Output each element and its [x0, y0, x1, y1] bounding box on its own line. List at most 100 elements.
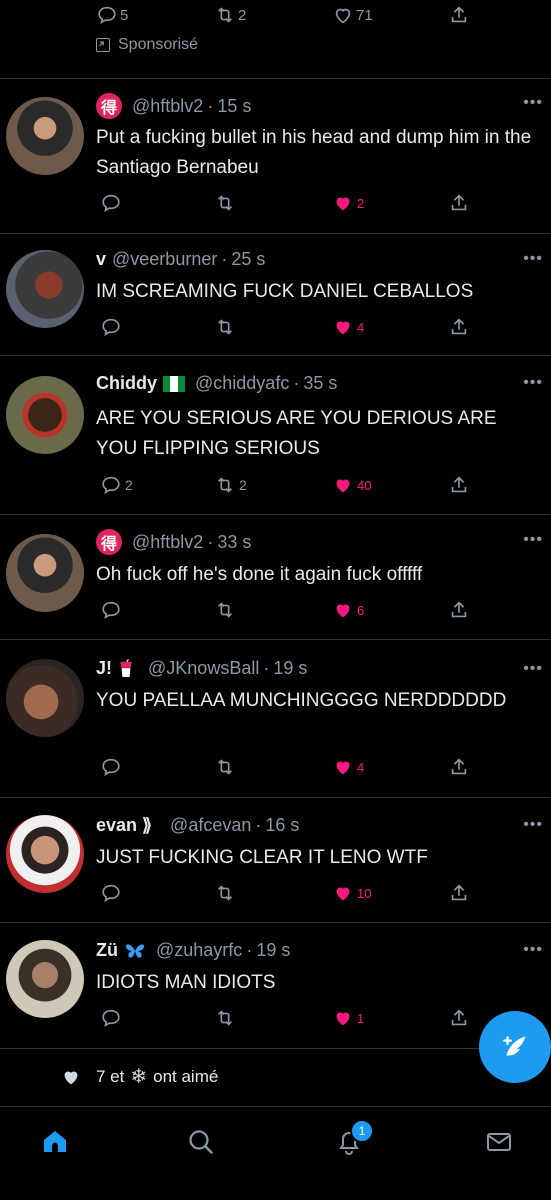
avatar[interactable] — [6, 815, 84, 893]
tweet[interactable]: 得 @hftblv2 · 15 s ••• Put a fucking bull… — [0, 78, 551, 234]
search-icon — [189, 1130, 213, 1154]
handle[interactable]: @hftblv2 — [132, 532, 203, 553]
promoted-icon — [96, 38, 110, 52]
avatar[interactable] — [6, 376, 84, 454]
reply-button[interactable] — [100, 1007, 122, 1029]
avatar[interactable] — [6, 534, 84, 612]
nav-home[interactable] — [40, 1127, 70, 1162]
handle[interactable]: @veerburner — [112, 249, 217, 270]
compose-tweet-button[interactable] — [479, 1011, 551, 1083]
handle[interactable]: @hftblv2 — [132, 96, 203, 117]
share-button[interactable] — [448, 1007, 470, 1029]
avatar[interactable] — [6, 97, 84, 175]
more-options-button[interactable]: ••• — [523, 374, 543, 392]
display-name[interactable]: Chiddy — [96, 373, 157, 394]
display-name[interactable]: evan ⟫ — [96, 815, 152, 836]
handle[interactable]: @chiddyafc — [195, 373, 289, 394]
retweet-button[interactable] — [214, 756, 236, 778]
nav-notifications[interactable]: 1 — [334, 1119, 374, 1162]
reply-button[interactable] — [100, 316, 122, 338]
snowflake-icon: ❄ — [130, 1066, 148, 1088]
tweet-actions: 4 — [96, 316, 536, 346]
share-button[interactable] — [448, 599, 470, 621]
retweet-button[interactable] — [214, 1007, 236, 1029]
tweet-text: Oh fuck off he's done it again fuck offf… — [96, 564, 423, 585]
more-options-button[interactable]: ••• — [523, 816, 543, 834]
nigeria-flag-icon — [163, 375, 185, 392]
like-button[interactable]: 40 — [332, 474, 371, 496]
like-button[interactable]: 71 — [332, 4, 373, 26]
more-options-button[interactable]: ••• — [523, 941, 543, 959]
home-icon — [44, 1131, 66, 1152]
timestamp: 16 s — [265, 815, 300, 835]
retweet-icon — [217, 759, 233, 775]
nav-search[interactable] — [186, 1127, 216, 1162]
share-button[interactable] — [448, 192, 470, 214]
reply-icon — [102, 758, 120, 777]
retweet-button[interactable] — [214, 192, 236, 214]
like-button[interactable]: 4 — [332, 316, 364, 338]
avatar[interactable] — [6, 250, 84, 328]
share-button[interactable] — [448, 474, 470, 496]
retweet-button[interactable] — [214, 882, 236, 904]
more-options-button[interactable]: ••• — [523, 250, 543, 268]
reply-icon — [102, 318, 120, 337]
more-options-button[interactable]: ••• — [523, 94, 543, 112]
tweet[interactable]: Zü @zuhayrfc · 19 s ••• IDIOTS MAN IDIOT… — [0, 923, 551, 1049]
reply-count: 2 — [125, 477, 133, 493]
tweet[interactable]: 得 @hftblv2 · 33 s ••• Oh fuck off he's d… — [0, 515, 551, 640]
liked-by-row[interactable]: 7 et ❄ ont aimé — [60, 1064, 218, 1089]
tweet[interactable]: J! @JKnowsBall · 19 s ••• YOU PAELLAA MU… — [0, 640, 551, 798]
reply-button[interactable] — [100, 882, 122, 904]
display-name[interactable]: J! — [96, 658, 112, 679]
reply-button[interactable]: 2 — [100, 474, 133, 496]
display-name[interactable]: Zü — [96, 940, 118, 961]
share-button[interactable] — [448, 882, 470, 904]
retweet-button[interactable] — [214, 599, 236, 621]
like-button[interactable]: 2 — [332, 192, 364, 214]
tweet-header: evan ⟫ @afcevan · 16 s — [96, 815, 300, 836]
tweet[interactable]: Chiddy @chiddyafc · 35 s ••• ARE YOU SER… — [0, 356, 551, 515]
reply-icon — [102, 476, 120, 495]
retweet-button[interactable] — [214, 316, 236, 338]
timestamp: 35 s — [303, 373, 338, 393]
avatar[interactable] — [6, 659, 84, 737]
like-button[interactable]: 4 — [332, 756, 364, 778]
tweet-header: J! @JKnowsBall · 19 s — [96, 658, 308, 679]
display-name[interactable]: v — [96, 249, 106, 270]
tweet-text: YOU PAELLAA MUNCHINGGGG NERDDDDDD — [96, 690, 507, 711]
like-button[interactable]: 1 — [332, 1007, 364, 1029]
share-icon — [451, 194, 467, 211]
retweet-icon — [217, 7, 233, 23]
more-options-button[interactable]: ••• — [523, 531, 543, 549]
share-button[interactable] — [448, 316, 470, 338]
like-count: 2 — [357, 195, 365, 211]
reply-button[interactable] — [100, 756, 122, 778]
handle[interactable]: @zuhayrfc — [156, 940, 242, 961]
retweet-button[interactable]: 2 — [214, 474, 247, 496]
tweet[interactable]: v @veerburner · 25 s ••• IM SCREAMING FU… — [0, 234, 551, 356]
reply-button[interactable] — [100, 599, 122, 621]
share-button[interactable] — [448, 4, 470, 26]
like-count: 71 — [356, 6, 373, 24]
retweet-count: 2 — [238, 6, 247, 24]
heart-filled-icon — [336, 1012, 350, 1026]
heart-filled-icon — [336, 761, 350, 775]
share-button[interactable] — [448, 756, 470, 778]
retweet-button[interactable]: 2 — [214, 4, 246, 26]
like-count: 4 — [357, 319, 365, 335]
tweet[interactable]: evan ⟫ @afcevan · 16 s ••• JUST FUCKING … — [0, 798, 551, 923]
reply-button[interactable]: 5 — [96, 4, 128, 26]
avatar[interactable] — [6, 940, 84, 1018]
like-button[interactable]: 10 — [332, 882, 371, 904]
nav-messages[interactable] — [484, 1127, 514, 1162]
share-icon — [451, 6, 467, 23]
tweet-header: 得 @hftblv2 · 33 s — [96, 529, 251, 555]
handle[interactable]: @JKnowsBall — [148, 658, 259, 679]
handle[interactable]: @afcevan — [170, 815, 251, 836]
tweet-text: JUST FUCKING CLEAR IT LENO WTF — [96, 847, 428, 868]
share-icon — [451, 884, 467, 901]
like-button[interactable]: 6 — [332, 599, 364, 621]
more-options-button[interactable]: ••• — [523, 660, 543, 678]
reply-button[interactable] — [100, 192, 122, 214]
